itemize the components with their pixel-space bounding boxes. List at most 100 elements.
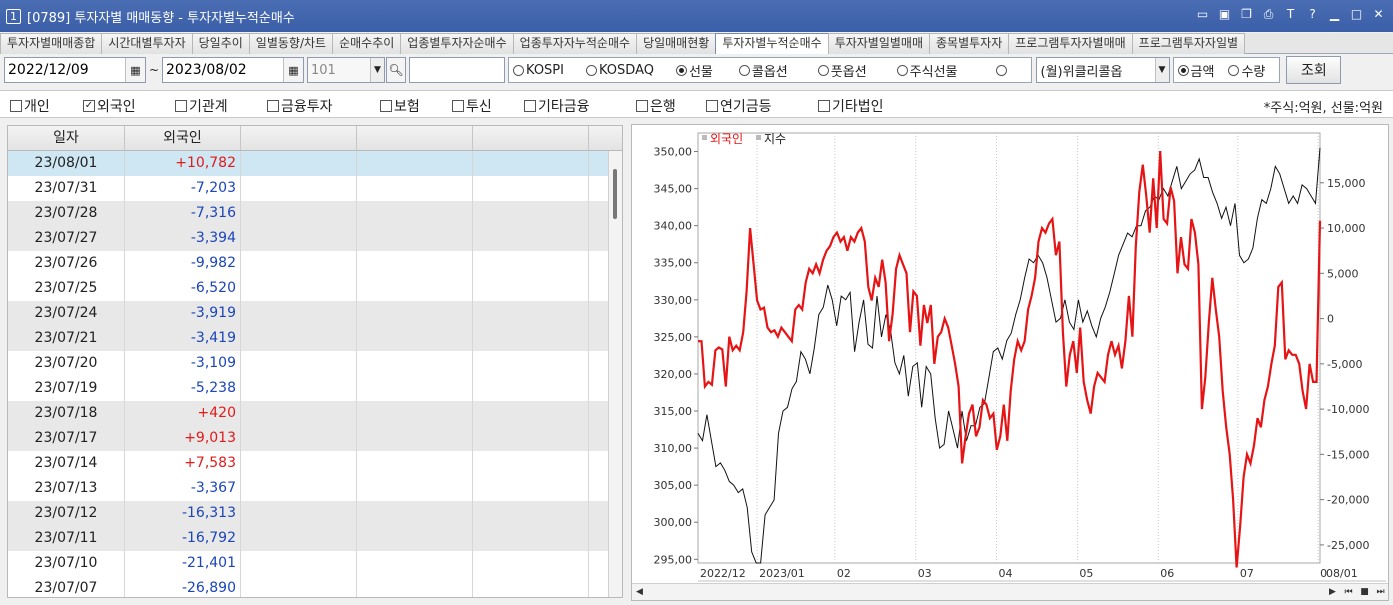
radio-option[interactable]: 선물 (675, 61, 713, 80)
table-row[interactable]: 23/08/01 +10,782 (8, 151, 609, 176)
radio-option[interactable]: 주식선물 (896, 61, 958, 80)
font-size-icon[interactable]: T (1284, 8, 1297, 21)
checkbox-empty-icon[interactable] (524, 100, 536, 112)
copy-window-icon[interactable]: ❐ (1240, 8, 1253, 21)
table-row[interactable]: 23/07/11 -16,792 (8, 526, 609, 551)
calendar-icon[interactable]: ▦ (283, 58, 303, 82)
radio-option[interactable]: KOSPI (513, 63, 564, 78)
chart-horizontal-scrollbar[interactable]: ◀ ▶ ⏮ ■ ⏭ (632, 583, 1388, 600)
table-row[interactable]: 23/07/18 +420 (8, 401, 609, 426)
table-row[interactable]: 23/07/28 -7,316 (8, 201, 609, 226)
search-icon[interactable]: 🔍︎ (386, 57, 406, 83)
grid-vertical-scrollbar[interactable] (608, 151, 622, 597)
close-icon[interactable]: ✕ (1372, 8, 1385, 21)
code-input[interactable] (308, 58, 370, 82)
checkbox-empty-icon[interactable] (706, 100, 718, 112)
checkbox-empty-icon[interactable] (452, 100, 464, 112)
scroll-left-icon[interactable]: ◀ (632, 584, 647, 600)
item-name-field[interactable] (409, 57, 505, 83)
investor-checkbox[interactable]: 기타금융 (524, 96, 590, 116)
radio-option[interactable]: 풋옵션 (817, 61, 867, 80)
checkbox-empty-icon[interactable] (10, 100, 22, 112)
tab-3[interactable]: 일별동향/차트 (248, 33, 334, 54)
table-row[interactable]: 23/07/20 -3,109 (8, 351, 609, 376)
weekly-option-select[interactable]: (월)위클리콜옵 ▼ (1035, 57, 1170, 83)
end-date-input[interactable] (163, 58, 283, 82)
table-row[interactable]: 23/07/25 -6,520 (8, 276, 609, 301)
stop-icon[interactable]: ■ (1357, 584, 1372, 600)
radio-option[interactable]: KOSDAQ (585, 63, 654, 78)
checkbox-empty-icon[interactable] (636, 100, 648, 112)
table-row[interactable]: 23/07/27 -3,394 (8, 226, 609, 251)
tab-4[interactable]: 순매수추이 (332, 33, 402, 54)
table-row[interactable]: 23/07/13 -3,367 (8, 476, 609, 501)
radio-option[interactable]: 수량 (1228, 61, 1265, 80)
table-row[interactable]: 23/07/26 -9,982 (8, 251, 609, 276)
tab-1[interactable]: 시간대별투자자 (101, 33, 193, 54)
radio-option[interactable]: 금액 (1177, 61, 1214, 80)
tab-2[interactable]: 당일추이 (191, 33, 250, 54)
minimize-icon[interactable]: ▁ (1328, 8, 1341, 21)
print-icon[interactable]: ⎙ (1262, 8, 1275, 21)
tab-10[interactable]: 종목별투자자 (929, 33, 1010, 54)
investor-checkbox[interactable]: 금융투자 (267, 96, 333, 116)
table-row[interactable]: 23/07/31 -7,203 (8, 176, 609, 201)
col-header-date[interactable]: 일자 (8, 126, 125, 150)
investor-checkbox[interactable]: 연기금등 (706, 96, 772, 116)
checkbox-empty-icon[interactable] (267, 100, 279, 112)
radio-circle-icon[interactable] (675, 64, 687, 76)
scroll-right-icon[interactable]: ▶ (1325, 584, 1340, 600)
end-date-field[interactable]: ▦ (162, 57, 304, 83)
investor-checkbox[interactable]: 기타법인 (818, 96, 884, 116)
start-date-field[interactable]: ▦ (4, 57, 146, 83)
cumulative-net-buy-chart[interactable]: 350,00 345,00 340,00 335,00 330,00 325,00 320,… (632, 125, 1388, 583)
col-header-foreign[interactable]: 외국인 (125, 126, 241, 150)
table-row[interactable]: 23/07/12 -16,313 (8, 501, 609, 526)
tab-5[interactable]: 업종별투자자순매수 (400, 33, 514, 54)
tab-7[interactable]: 당일매매현황 (636, 33, 717, 54)
radio-circle-icon[interactable] (995, 64, 1007, 76)
chevron-down-icon[interactable]: ▼ (370, 58, 384, 82)
checkbox-empty-icon[interactable] (380, 100, 392, 112)
query-button[interactable]: 조회 (1286, 56, 1342, 84)
radio-circle-icon[interactable] (896, 64, 908, 76)
tab-8[interactable]: 투자자별누적순매수 (715, 33, 829, 54)
radio-circle-icon[interactable] (1177, 64, 1189, 76)
investor-checkbox[interactable]: 보험 (380, 96, 420, 116)
table-row[interactable]: 23/07/10 -21,401 (8, 551, 609, 576)
investor-checkbox[interactable]: 투신 (452, 96, 492, 116)
radio-circle-icon[interactable] (585, 64, 597, 76)
investor-checkbox[interactable]: 기관계 (175, 96, 228, 116)
radio-circle-icon[interactable] (513, 64, 524, 76)
radio-option[interactable] (995, 64, 1009, 76)
calendar-icon[interactable]: ▦ (125, 58, 145, 82)
checkbox-empty-icon[interactable] (818, 100, 830, 112)
tab-11[interactable]: 프로그램투자자별매매 (1008, 33, 1133, 54)
checkbox-empty-icon[interactable] (175, 100, 187, 112)
help-icon[interactable]: ? (1306, 8, 1319, 21)
investor-checkbox[interactable]: ✓ 외국인 (83, 96, 136, 116)
radio-circle-icon[interactable] (738, 64, 750, 76)
checkbox-checked-icon[interactable]: ✓ (83, 100, 95, 112)
code-field[interactable]: ▼ (307, 57, 385, 83)
tab-6[interactable]: 업종투자자누적순매수 (512, 33, 638, 54)
chevron-down-icon[interactable]: ▼ (1154, 58, 1169, 82)
table-row[interactable]: 23/07/07 -26,890 (8, 576, 609, 597)
maximize-icon[interactable]: □ (1350, 8, 1363, 21)
layout-icon[interactable]: ▣ (1218, 8, 1231, 21)
tab-9[interactable]: 투자자별일별매매 (827, 33, 931, 54)
skip-back-icon[interactable]: ⏮ (1341, 584, 1356, 600)
radio-option[interactable]: 콜옵션 (738, 61, 788, 80)
table-row[interactable]: 23/07/21 -3,419 (8, 326, 609, 351)
start-date-input[interactable] (5, 58, 125, 82)
investor-checkbox[interactable]: 은행 (636, 96, 676, 116)
radio-circle-icon[interactable] (817, 64, 829, 76)
tab-0[interactable]: 투자자별매매종합 (0, 33, 103, 54)
table-row[interactable]: 23/07/14 +7,583 (8, 451, 609, 476)
table-row[interactable]: 23/07/19 -5,238 (8, 376, 609, 401)
scroll-thumb[interactable] (613, 169, 617, 219)
table-row[interactable]: 23/07/24 -3,919 (8, 301, 609, 326)
table-row[interactable]: 23/07/17 +9,013 (8, 426, 609, 451)
investor-checkbox[interactable]: 개인 (10, 96, 50, 116)
memo-icon[interactable]: ▭ (1196, 8, 1209, 21)
